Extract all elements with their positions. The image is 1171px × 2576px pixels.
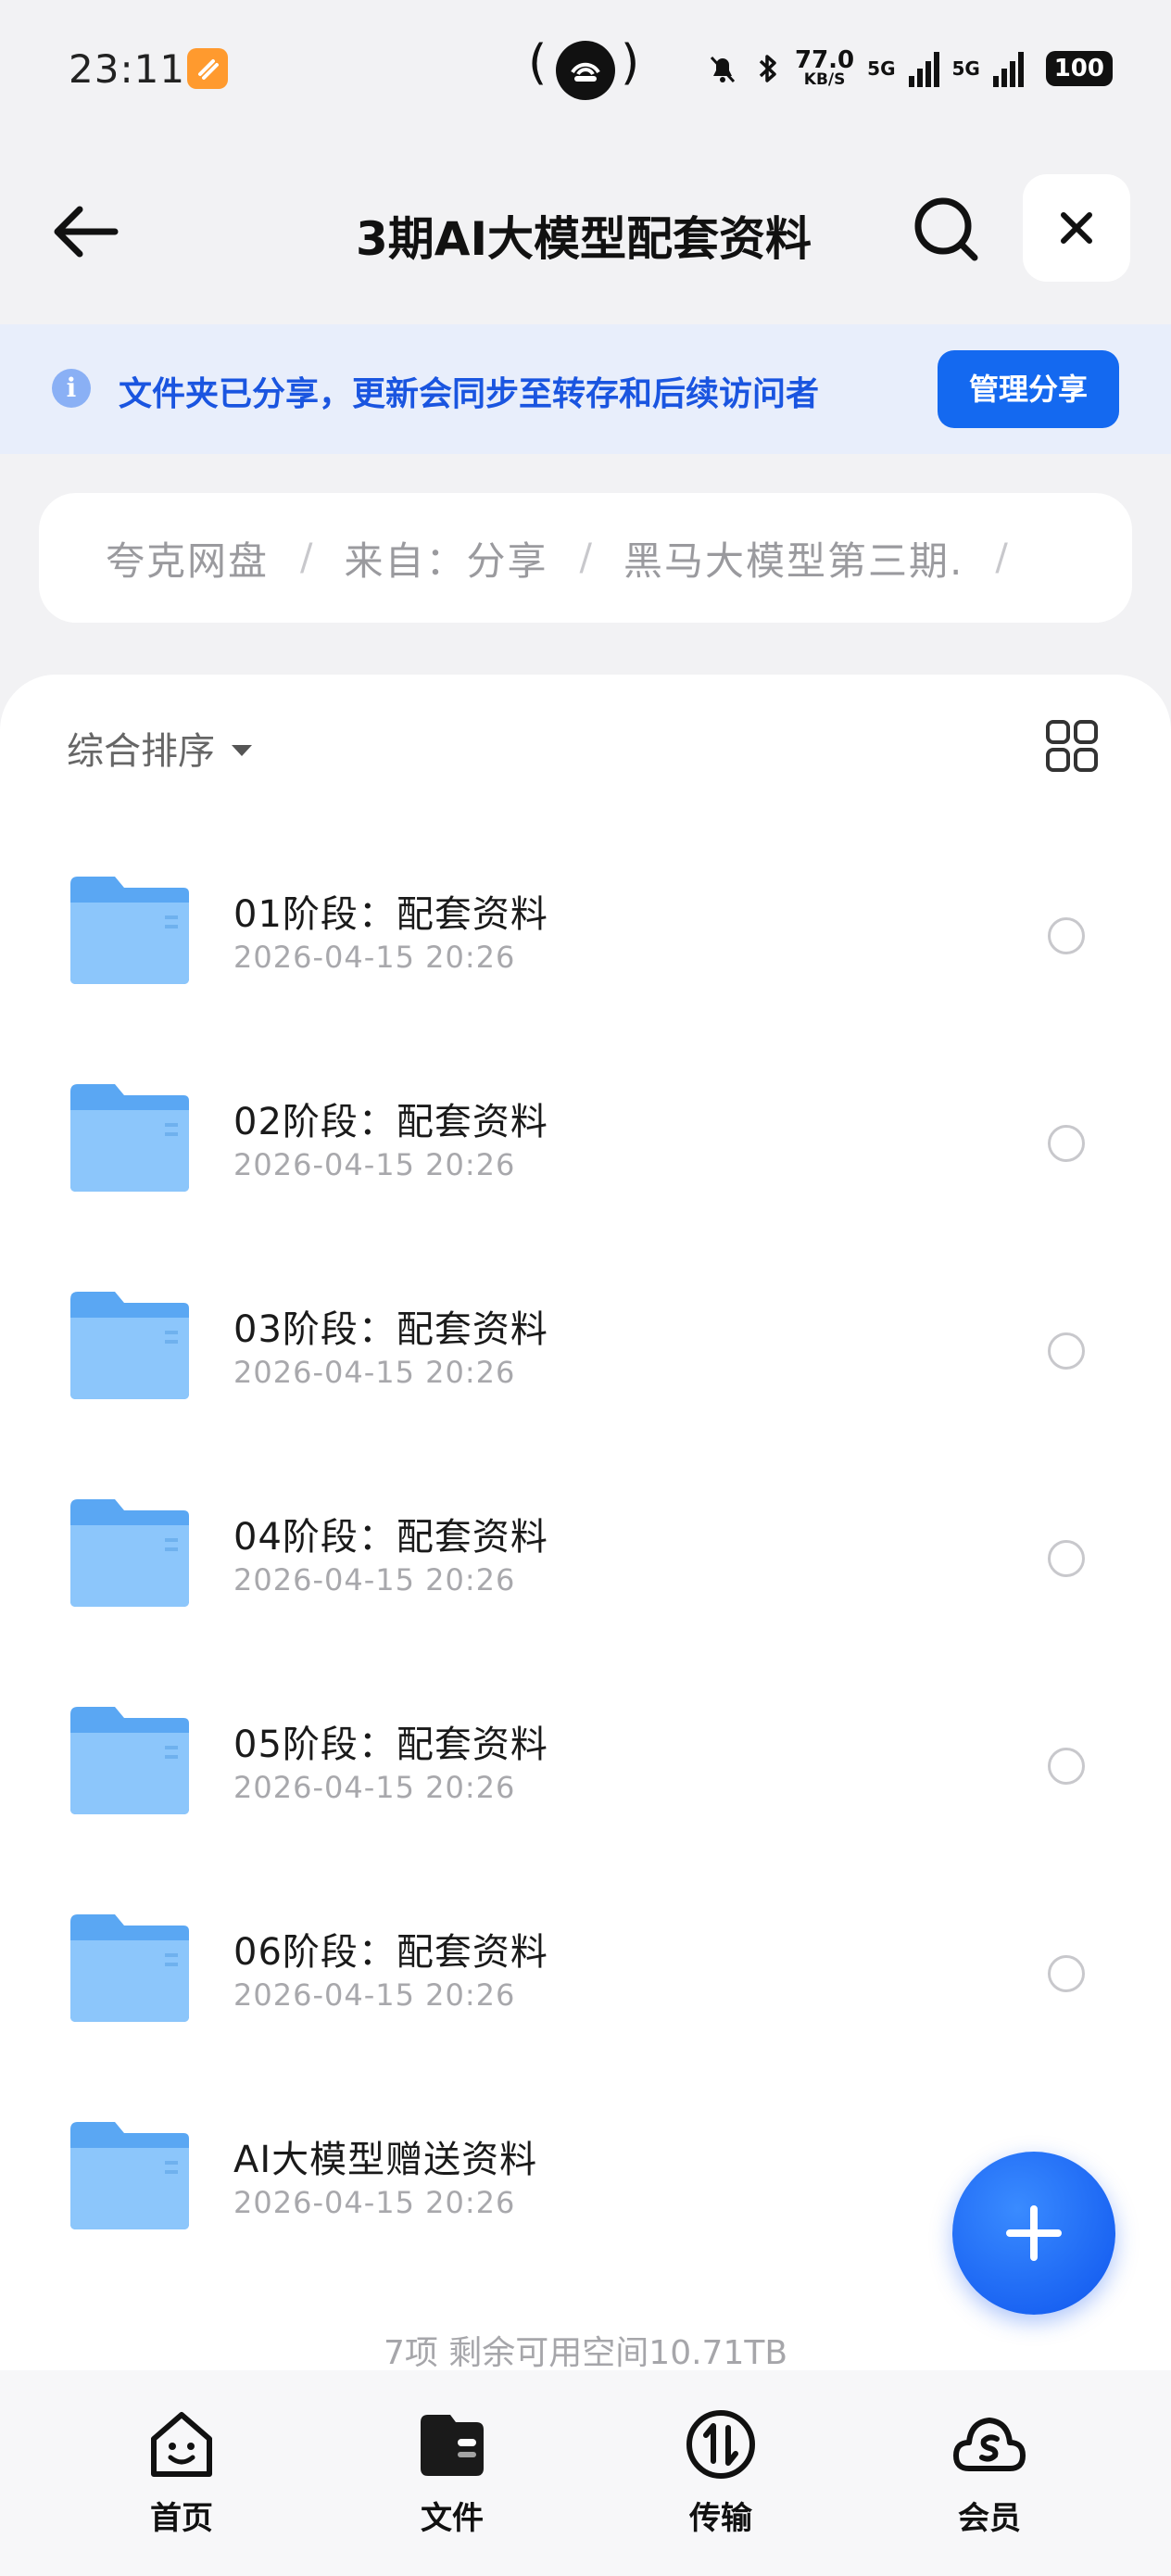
bottom-nav: 首页 文件 传输 会员 bbox=[0, 2370, 1171, 2576]
folder-icon bbox=[70, 1084, 189, 1192]
bracket-right-icon: ) bbox=[621, 35, 640, 91]
plus-icon bbox=[1006, 2205, 1062, 2261]
select-checkbox[interactable] bbox=[1048, 1748, 1085, 1785]
bluetooth-icon bbox=[759, 55, 776, 82]
close-button[interactable] bbox=[1023, 174, 1130, 282]
nav-item-transfer[interactable]: 传输 bbox=[647, 2407, 795, 2546]
folder-icon bbox=[70, 1707, 189, 1814]
back-button[interactable] bbox=[50, 195, 124, 269]
list-item[interactable]: 02阶段：配套资料 2026-04-15 20:26 bbox=[0, 1030, 1171, 1238]
network-type-2: 5G bbox=[951, 57, 980, 80]
info-icon: i bbox=[52, 369, 91, 408]
status-time: 23:11 bbox=[69, 46, 186, 92]
nav-item-home[interactable]: 首页 bbox=[107, 2407, 256, 2546]
mute-bell-icon bbox=[710, 56, 736, 83]
list-item[interactable]: 06阶段：配套资料 2026-04-15 20:26 bbox=[0, 1861, 1171, 2068]
transfer-icon bbox=[686, 2410, 755, 2479]
nav-item-files[interactable]: 文件 bbox=[378, 2407, 526, 2546]
search-icon bbox=[914, 197, 978, 261]
caret-down-icon bbox=[232, 745, 252, 756]
grid-view-icon bbox=[1046, 720, 1098, 772]
breadcrumb: 夸克网盘 / 来自：分享 / 黑马大模型第三期. / bbox=[39, 493, 1132, 623]
select-checkbox[interactable] bbox=[1048, 917, 1085, 954]
nav-label-transfer: 传输 bbox=[689, 2500, 752, 2537]
list-item[interactable]: 05阶段：配套资料 2026-04-15 20:26 bbox=[0, 1653, 1171, 1861]
home-face-icon bbox=[151, 2412, 212, 2477]
select-checkbox[interactable] bbox=[1048, 1955, 1085, 1992]
nav-label-files: 文件 bbox=[421, 2500, 484, 2537]
manage-share-button[interactable]: 管理分享 bbox=[938, 350, 1119, 428]
bracket-left-icon: ( bbox=[528, 35, 548, 91]
folder-date: 2026-04-15 20:26 bbox=[233, 1355, 516, 1390]
folder-date: 2026-04-15 20:26 bbox=[233, 1770, 516, 1805]
storage-summary: 7项 剩余可用空间10.71TB bbox=[383, 2334, 788, 2372]
folder-name: 02阶段：配套资料 bbox=[233, 1101, 548, 1143]
folder-icon bbox=[70, 877, 189, 984]
folder-icon bbox=[70, 2122, 189, 2229]
search-button[interactable] bbox=[910, 193, 984, 267]
header: 3期AI大模型配套资料 bbox=[0, 158, 1171, 297]
folder-name: 06阶段：配套资料 bbox=[233, 1931, 548, 1974]
nav-label-home: 首页 bbox=[150, 2500, 213, 2537]
folder-name: 03阶段：配套资料 bbox=[233, 1308, 548, 1351]
network-speed: 77.0 KB/S bbox=[795, 48, 854, 88]
folder-date: 2026-04-15 20:26 bbox=[233, 940, 516, 975]
hotspot-indicator: ( ) bbox=[528, 35, 643, 102]
folder-name: 05阶段：配套资料 bbox=[233, 1724, 548, 1766]
member-cloud-icon bbox=[953, 2418, 1026, 2471]
share-banner-text: 文件夹已分享，更新会同步至转存和后续访问者 bbox=[119, 375, 820, 413]
folder-date: 2026-04-15 20:26 bbox=[233, 1977, 516, 2013]
list-item[interactable]: 01阶段：配套资料 2026-04-15 20:26 bbox=[0, 823, 1171, 1030]
breadcrumb-item-root[interactable]: 夸克网盘 bbox=[106, 530, 269, 587]
page-title: 3期AI大模型配套资料 bbox=[355, 212, 812, 266]
select-checkbox[interactable] bbox=[1048, 1332, 1085, 1370]
folder-name: AI大模型赠送资料 bbox=[233, 2139, 538, 2181]
battery-icon: 100 bbox=[1045, 51, 1113, 86]
nav-item-member[interactable]: 会员 bbox=[915, 2407, 1064, 2546]
sort-dropdown[interactable]: 综合排序 bbox=[67, 721, 252, 775]
folder-name: 01阶段：配套资料 bbox=[233, 893, 548, 936]
share-banner: i 文件夹已分享，更新会同步至转存和后续访问者 管理分享 bbox=[0, 324, 1171, 454]
signal-bars-1-icon bbox=[908, 50, 939, 87]
view-toggle-button[interactable] bbox=[1045, 719, 1099, 773]
status-bar: 23:11 ( ) 77.0 KB/S 5G 5G 100 bbox=[0, 0, 1171, 139]
notification-app-icon bbox=[187, 48, 228, 89]
network-type-1: 5G bbox=[867, 57, 896, 80]
folder-icon bbox=[70, 1292, 189, 1399]
folder-date: 2026-04-15 20:26 bbox=[233, 1147, 516, 1182]
close-icon bbox=[1061, 212, 1092, 244]
list-item[interactable]: 03阶段：配套资料 2026-04-15 20:26 bbox=[0, 1238, 1171, 1446]
breadcrumb-separator: / bbox=[579, 537, 592, 579]
breadcrumb-item-folder[interactable]: 黑马大模型第三期. bbox=[623, 530, 963, 587]
list-item[interactable]: 04阶段：配套资料 2026-04-15 20:26 bbox=[0, 1446, 1171, 1653]
folder-date: 2026-04-15 20:26 bbox=[233, 2185, 516, 2220]
signal-bars-2-icon bbox=[992, 50, 1024, 87]
breadcrumb-separator: / bbox=[300, 537, 313, 579]
folder-icon bbox=[70, 1499, 189, 1607]
folder-wallet-icon bbox=[421, 2415, 484, 2476]
arrow-left-icon bbox=[54, 206, 119, 258]
folder-name: 04阶段：配套资料 bbox=[233, 1516, 548, 1559]
folder-date: 2026-04-15 20:26 bbox=[233, 1562, 516, 1597]
file-list-panel: 综合排序 01阶段：配套资料 2026-04-15 20:26 02阶段：配套资… bbox=[0, 675, 1171, 2370]
sort-label: 综合排序 bbox=[67, 730, 215, 773]
nav-label-member: 会员 bbox=[958, 2500, 1021, 2537]
hotspot-icon bbox=[556, 41, 615, 100]
add-button[interactable] bbox=[952, 2152, 1115, 2315]
select-checkbox[interactable] bbox=[1048, 1125, 1085, 1162]
select-checkbox[interactable] bbox=[1048, 1540, 1085, 1577]
breadcrumb-item-share[interactable]: 来自：分享 bbox=[345, 530, 548, 587]
status-icons: 77.0 KB/S 5G 5G 100 bbox=[704, 41, 1113, 96]
folder-icon bbox=[70, 1914, 189, 2022]
breadcrumb-separator: / bbox=[995, 537, 1008, 579]
